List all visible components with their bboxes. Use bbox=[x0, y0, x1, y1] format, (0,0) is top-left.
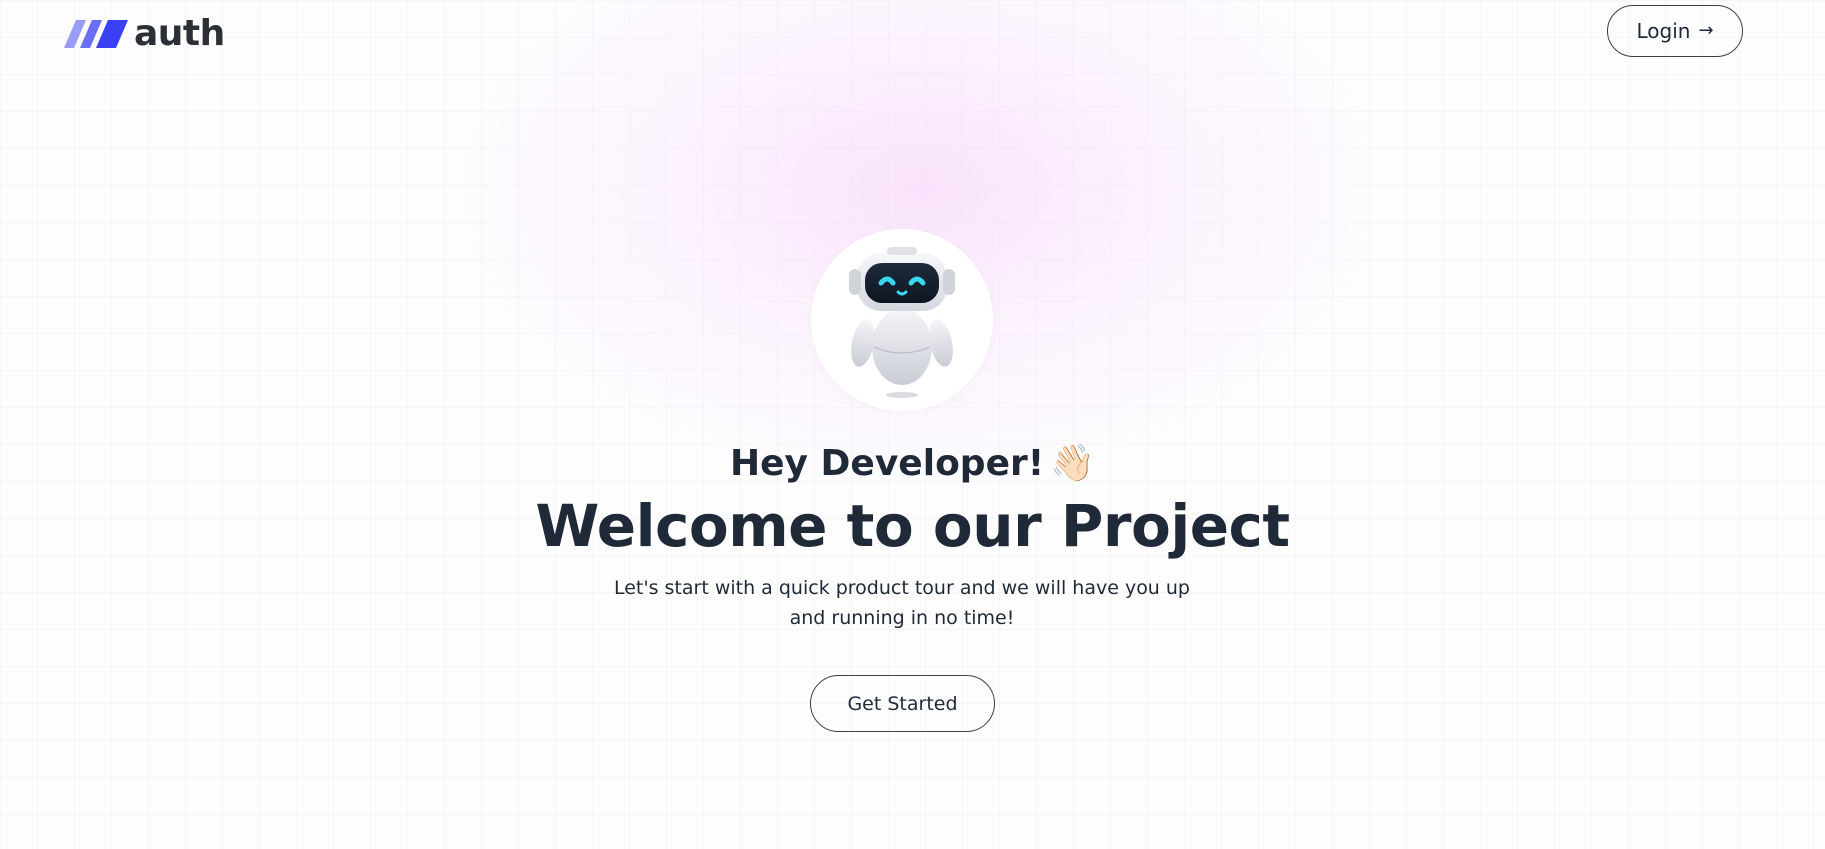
page-title: Welcome to our Project bbox=[535, 492, 1290, 560]
logo[interactable]: auth bbox=[62, 14, 225, 54]
arrow-right-icon: → bbox=[1698, 20, 1714, 41]
robot-icon bbox=[849, 247, 955, 398]
logo-stripes-icon bbox=[64, 20, 128, 48]
hero-description: Let's start with a quick product tour an… bbox=[613, 577, 1190, 629]
login-button[interactable]: Login → bbox=[1607, 5, 1743, 57]
login-label: Login bbox=[1636, 19, 1691, 43]
logo-text: auth bbox=[134, 13, 225, 54]
top-header: auth Login → bbox=[0, 0, 1825, 64]
page: auth Login → Hey Developer! 👋🏻 Welcome t… bbox=[0, 0, 1825, 849]
waving-hand-icon: 👋🏻 bbox=[1050, 443, 1095, 484]
get-started-button[interactable]: Get Started bbox=[810, 675, 995, 732]
greeting: Hey Developer! 👋🏻 bbox=[0, 438, 1825, 490]
avatar bbox=[811, 229, 993, 411]
greeting-text: Hey Developer! bbox=[730, 443, 1045, 484]
